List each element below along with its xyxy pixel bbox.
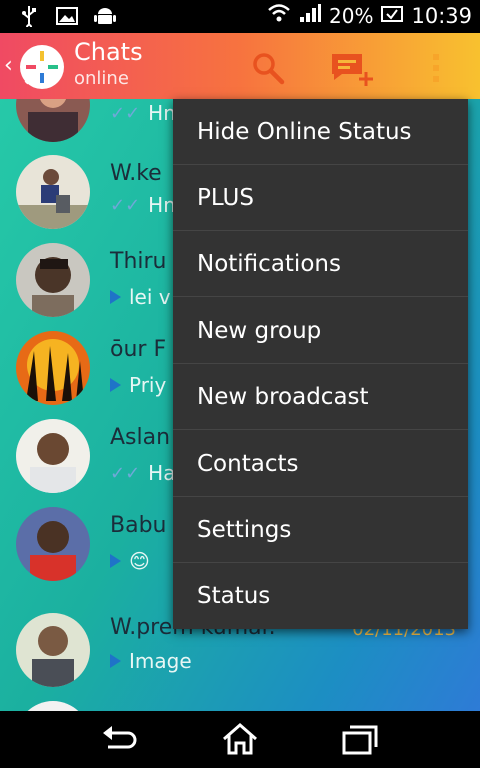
read-check-icon: ✓✓ [110,194,141,216]
menu-item-new-broadcast[interactable]: New broadcast [173,364,468,430]
menu-item-notifications[interactable]: Notifications [173,231,468,297]
chat-row[interactable] [0,697,480,711]
status-bar: 20% 10:39 [0,0,480,33]
overflow-menu: Hide Online Status PLUS Notifications Ne… [173,99,468,629]
menu-item-status[interactable]: Status [173,563,468,629]
clock: 10:39 [411,3,472,28]
menu-item-contacts[interactable]: Contacts [173,431,468,497]
avatar [16,613,90,687]
signal-icon [299,3,322,28]
last-message: 😊 [129,549,150,573]
contact-name: ōur F [110,337,167,362]
app-logo[interactable] [18,43,66,91]
contact-name: W.ke [110,161,162,186]
avatar [16,701,90,711]
battery-icon [381,4,404,28]
menu-item-plus[interactable]: PLUS [173,165,468,231]
new-chat-icon[interactable] [330,50,374,86]
online-status: online [74,68,129,89]
back-chevron-icon[interactable]: ‹ [4,53,13,78]
last-message: Image [129,649,192,673]
avatar [16,243,90,317]
android-icon [94,5,116,27]
search-icon[interactable] [250,50,286,86]
contact-name: Aslan [110,425,171,450]
menu-item-hide-online-status[interactable]: Hide Online Status [173,99,468,165]
avatar [16,155,90,229]
overflow-menu-icon[interactable] [424,50,448,86]
app-bar: ‹ Chats online [0,33,480,99]
recent-apps-icon[interactable] [340,721,380,757]
image-notification-icon [56,5,78,27]
menu-item-settings[interactable]: Settings [173,497,468,563]
home-icon[interactable] [220,721,260,757]
navigation-bar [0,711,480,768]
contact-name: Babu [110,513,167,538]
read-check-icon: ✓✓ [110,462,141,484]
usb-icon [18,5,40,27]
back-icon[interactable] [100,721,140,757]
sent-indicator-icon [110,378,121,392]
sent-indicator-icon [110,554,121,568]
contact-name: Thiru [110,249,167,274]
last-message: lei v [129,285,171,309]
wifi-icon [267,3,291,28]
app-title: Chats [74,38,143,66]
last-message: Priy [129,373,167,397]
avatar [16,507,90,581]
battery-percent: 20% [329,3,374,28]
avatar [16,99,90,142]
avatar [16,331,90,405]
sent-indicator-icon [110,654,121,668]
read-check-icon: ✓✓ [110,102,141,124]
sent-indicator-icon [110,290,121,304]
menu-item-new-group[interactable]: New group [173,298,468,364]
avatar [16,419,90,493]
